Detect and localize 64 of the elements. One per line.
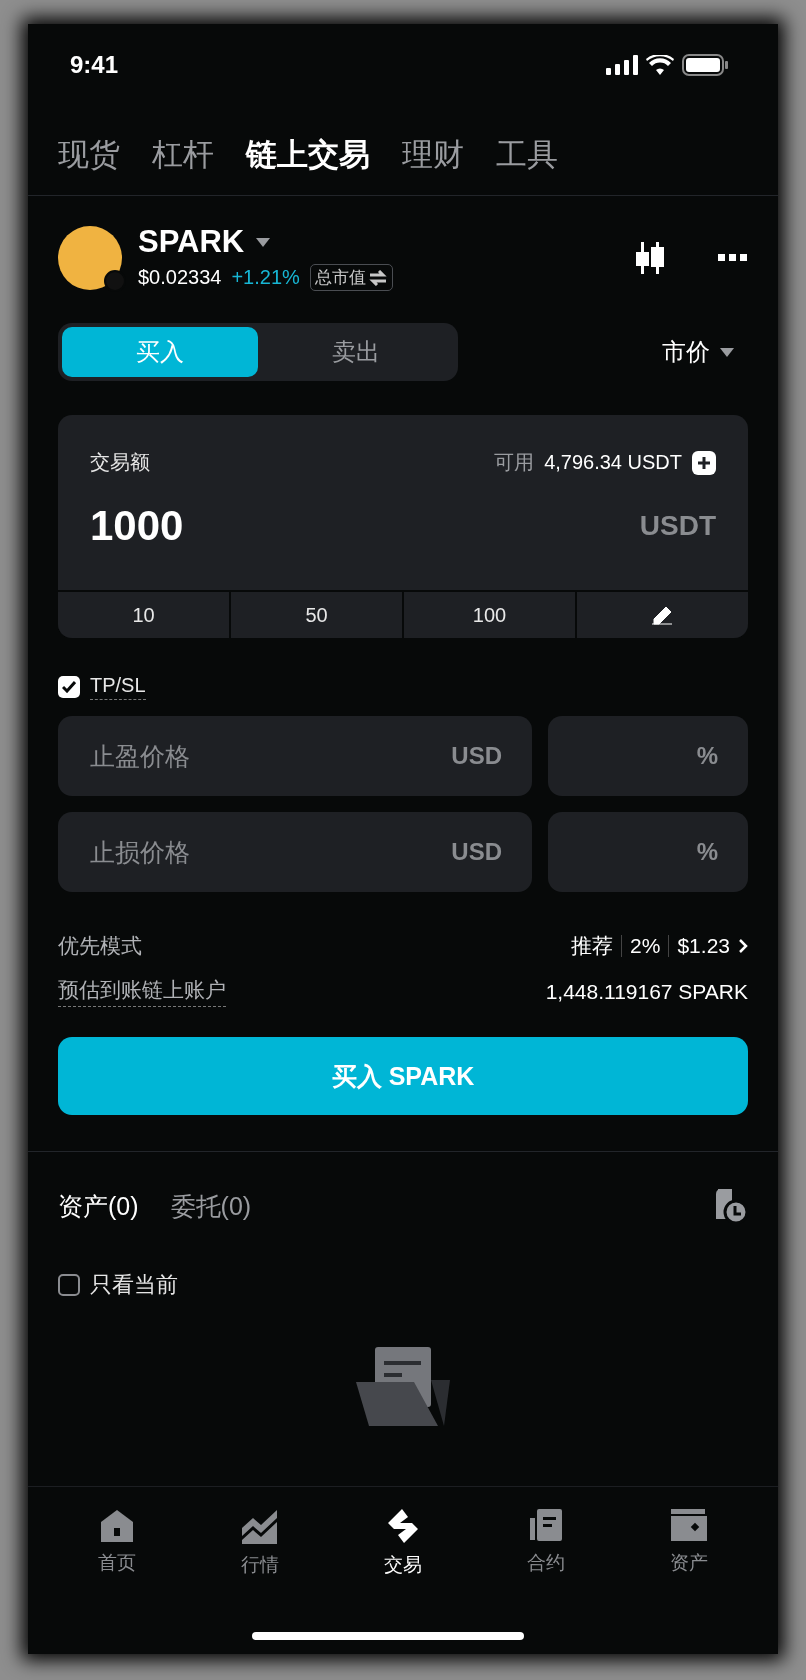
percent-unit: %: [696, 742, 718, 770]
status-time: 9:41: [70, 51, 119, 79]
percent-field[interactable]: %: [548, 716, 748, 796]
home-icon: [99, 1508, 136, 1542]
estimate-value: 1,448.119167 SPARK: [545, 979, 748, 1004]
swap-arrows-icon: [367, 269, 388, 286]
nav-item[interactable]: 合约: [474, 1507, 618, 1654]
caret-icon: [256, 237, 271, 247]
wifi-icon: [646, 55, 674, 75]
price-input[interactable]: 止盈价格: [88, 740, 452, 772]
available-label: 可用: [494, 450, 535, 475]
top-tab[interactable]: 链上交易: [246, 133, 370, 176]
more-icon[interactable]: [718, 253, 748, 262]
top-tab[interactable]: 理财: [402, 133, 464, 176]
nav-item[interactable]: 交易: [331, 1507, 475, 1654]
caret-icon: [720, 347, 734, 357]
tpsl-label[interactable]: TP/SL: [90, 674, 146, 700]
price-change: +1.21%: [231, 266, 300, 289]
pencil-icon: [651, 605, 674, 625]
price-unit: USD: [451, 838, 502, 866]
nav-item[interactable]: 行情: [188, 1507, 332, 1654]
edit-button[interactable]: [577, 592, 748, 638]
percent-field[interactable]: %: [548, 812, 748, 892]
preset-button[interactable]: 50: [231, 592, 402, 638]
only-current-checkbox[interactable]: [58, 1274, 80, 1296]
price-field[interactable]: 止盈价格 USD: [58, 716, 532, 796]
price-field[interactable]: 止损价格 USD: [58, 812, 532, 892]
chart-icon: [241, 1508, 280, 1544]
token-symbol[interactable]: SPARK: [138, 224, 245, 260]
plus-icon[interactable]: [692, 450, 716, 475]
signal-icon: [606, 55, 638, 75]
document-icon: [527, 1508, 564, 1542]
available-value: 4,796.34 USDT: [544, 451, 682, 474]
candlestick-icon[interactable]: [634, 240, 666, 275]
nav-item[interactable]: 首页: [46, 1507, 189, 1654]
asset-tab[interactable]: 资产(0): [58, 1189, 139, 1223]
check-icon: [62, 681, 76, 693]
tpsl-checkbox[interactable]: [58, 676, 80, 698]
order-type-dropdown[interactable]: 市价: [662, 336, 748, 368]
asset-tab[interactable]: 委托(0): [170, 1189, 252, 1223]
wallet-icon: [669, 1508, 708, 1542]
price-input[interactable]: 止损价格: [88, 836, 452, 868]
price-unit: USD: [451, 742, 502, 770]
amount-label: 交易额: [90, 450, 150, 475]
history-icon[interactable]: [714, 1188, 748, 1224]
top-tab[interactable]: 杠杆: [152, 133, 214, 176]
only-current-label: 只看当前: [90, 1271, 178, 1299]
token-price: $0.02334: [138, 266, 222, 289]
nav-item[interactable]: 资产: [617, 1507, 760, 1654]
priority-selector[interactable]: 推荐 2% $1.23: [571, 932, 748, 960]
battery-icon: [682, 54, 728, 76]
amount-input[interactable]: 1000: [90, 502, 390, 550]
market-cap-toggle[interactable]: 总市值: [309, 264, 393, 291]
priority-label: 优先模式: [58, 933, 142, 959]
chevron-right-icon: [738, 938, 748, 954]
side-option[interactable]: 卖出: [258, 327, 454, 377]
empty-folder-icon: [355, 1346, 451, 1428]
top-tab[interactable]: 工具: [496, 133, 558, 176]
percent-unit: %: [696, 838, 718, 866]
preset-button[interactable]: 10: [58, 592, 229, 638]
amount-unit: USDT: [639, 510, 716, 542]
top-tab[interactable]: 现货: [58, 133, 120, 176]
preset-button[interactable]: 100: [404, 592, 575, 638]
estimate-label[interactable]: 预估到账链上账户: [58, 976, 226, 1007]
